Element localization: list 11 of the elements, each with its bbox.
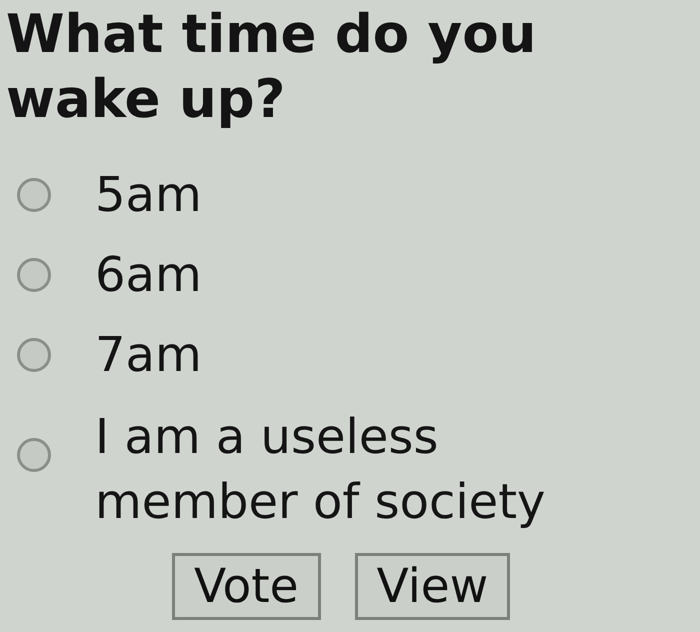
view-button[interactable]: View — [354, 553, 510, 620]
option-label[interactable]: 5am — [95, 165, 202, 225]
radio-button[interactable] — [17, 258, 51, 292]
option-label[interactable]: I am a useless member of society — [95, 405, 585, 535]
option-label[interactable]: 7am — [95, 325, 202, 385]
option-label[interactable]: 6am — [95, 245, 202, 305]
radio-button[interactable] — [17, 338, 51, 372]
vote-button[interactable]: Vote — [172, 553, 321, 620]
poll-question: What time do you wake up? — [6, 3, 538, 132]
radio-button[interactable] — [17, 178, 51, 212]
radio-button[interactable] — [17, 438, 51, 472]
